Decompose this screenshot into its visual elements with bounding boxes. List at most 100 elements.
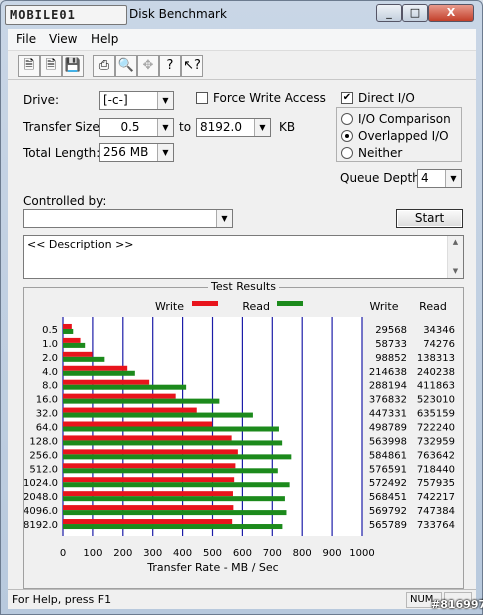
read-value: 742217 <box>417 492 455 503</box>
x-tick-label: 400 <box>173 548 192 559</box>
write-bar <box>63 491 233 497</box>
description-box[interactable]: << Description >> ▲ ▼ <box>23 235 464 279</box>
transfer-size-from-select[interactable]: 0.5 ▼ <box>99 118 174 137</box>
read-value: 747384 <box>417 506 455 517</box>
category-label: 128.0 <box>29 436 58 447</box>
write-value: 563998 <box>369 436 407 447</box>
category-label: 4096.0 <box>24 506 58 517</box>
scroll-up-icon[interactable]: ▲ <box>448 236 463 249</box>
title-bar[interactable]: MOBILE01 Disk Benchmark _ □ X <box>1 1 482 29</box>
save-icon[interactable]: 💾 <box>62 55 84 77</box>
read-value: 34346 <box>423 325 455 336</box>
queue-depth-label: Queue Depth: <box>340 171 424 185</box>
watermark-text: #816997 <box>431 598 483 611</box>
write-value: 288194 <box>369 381 407 392</box>
queue-depth-select[interactable]: 4 ▼ <box>417 169 462 188</box>
category-label: 1.0 <box>42 339 58 350</box>
window-title: Disk Benchmark <box>129 7 227 21</box>
read-bar <box>63 426 279 432</box>
context-help-icon[interactable]: ↖? <box>181 55 203 77</box>
x-tick-label: 200 <box>113 548 132 559</box>
chevron-down-icon[interactable]: ▼ <box>254 119 270 136</box>
read-value: 718440 <box>417 464 455 475</box>
maximize-button[interactable]: □ <box>402 4 428 22</box>
read-value: 757935 <box>417 478 455 489</box>
read-value: 635159 <box>417 409 455 420</box>
read-bar <box>63 440 283 446</box>
overlapped-io-label: Overlapped I/O <box>358 129 449 143</box>
read-bar <box>63 412 253 418</box>
io-comparison-label: I/O Comparison <box>358 112 451 126</box>
print-icon[interactable]: ⎙ <box>93 55 115 77</box>
read-value: 74276 <box>423 339 455 350</box>
total-length-value: 256 MB <box>103 145 149 159</box>
force-write-checkbox[interactable] <box>196 92 208 104</box>
read-bar <box>63 482 290 488</box>
legend-read-swatch <box>277 301 303 306</box>
category-label: 32.0 <box>36 409 58 420</box>
write-value: 214638 <box>369 367 407 378</box>
read-value: 138313 <box>417 353 455 364</box>
write-value: 447331 <box>369 409 407 420</box>
direct-io-checkbox[interactable]: ✔ <box>341 92 353 104</box>
io-comparison-radio[interactable] <box>341 113 353 125</box>
write-bar <box>63 463 236 469</box>
read-bar <box>63 524 283 530</box>
start-button[interactable]: Start <box>396 209 463 228</box>
move-icon[interactable]: ✥ <box>137 55 159 77</box>
category-label: 8192.0 <box>24 520 58 531</box>
read-bar <box>63 468 278 474</box>
minimize-button[interactable]: _ <box>376 4 402 22</box>
description-scrollbar[interactable]: ▲ ▼ <box>447 236 463 278</box>
overlapped-io-radio[interactable] <box>341 130 353 142</box>
drive-select[interactable]: [-c-] ▼ <box>99 91 174 110</box>
write-column-header: Write <box>369 300 398 313</box>
write-value: 576591 <box>369 464 407 475</box>
print-preview-icon[interactable]: 🔍 <box>115 55 137 77</box>
category-label: 2.0 <box>42 353 58 364</box>
chevron-down-icon[interactable]: ▼ <box>157 92 173 109</box>
write-bar <box>63 337 81 343</box>
read-value: 732959 <box>417 436 455 447</box>
read-bar <box>63 496 285 502</box>
read-bar <box>63 510 287 516</box>
neither-radio[interactable] <box>341 147 353 159</box>
write-bar <box>63 365 128 371</box>
controlled-by-select[interactable]: ▼ <box>23 209 233 228</box>
drive-value: [-c-] <box>103 93 128 107</box>
write-bar <box>63 449 238 455</box>
status-help-text: For Help, press F1 <box>12 593 112 606</box>
chevron-down-icon[interactable]: ▼ <box>216 210 232 227</box>
category-label: 256.0 <box>29 450 58 461</box>
help-icon[interactable]: ? <box>159 55 181 77</box>
write-bar <box>63 477 235 483</box>
close-button[interactable]: X <box>428 4 474 22</box>
scroll-down-icon[interactable]: ▼ <box>448 265 463 278</box>
chevron-down-icon[interactable]: ▼ <box>157 119 173 136</box>
direct-io-label: Direct I/O <box>358 91 415 105</box>
transfer-size-to-select[interactable]: 8192.0 ▼ <box>196 118 271 137</box>
client-area: File View Help 🗎 🗎 💾 ⎙ 🔍 ✥ ? ↖? Drive: [… <box>8 29 476 609</box>
new-icon[interactable]: 🗎 <box>18 55 40 77</box>
category-label: 64.0 <box>36 423 58 434</box>
write-value: 98852 <box>375 353 407 364</box>
x-tick-label: 600 <box>233 548 252 559</box>
chevron-down-icon[interactable]: ▼ <box>445 170 461 187</box>
category-label: 16.0 <box>36 395 58 406</box>
write-bar <box>63 323 72 329</box>
chevron-down-icon[interactable]: ▼ <box>157 144 173 161</box>
menu-help[interactable]: Help <box>91 32 118 46</box>
toolbar: 🗎 🗎 💾 ⎙ 🔍 ✥ ? ↖? <box>8 52 476 80</box>
write-bar <box>63 351 93 357</box>
write-value: 376832 <box>369 395 407 406</box>
read-value: 722240 <box>417 423 455 434</box>
total-length-select[interactable]: 256 MB ▼ <box>99 143 174 162</box>
write-value: 584861 <box>369 450 407 461</box>
category-label: 1024.0 <box>24 478 58 489</box>
write-bar <box>63 407 197 413</box>
menu-view[interactable]: View <box>49 32 77 46</box>
legend-read-label: Read <box>242 300 270 313</box>
menu-file[interactable]: File <box>16 32 36 46</box>
write-bar <box>63 393 176 399</box>
open-icon[interactable]: 🗎 <box>40 55 62 77</box>
